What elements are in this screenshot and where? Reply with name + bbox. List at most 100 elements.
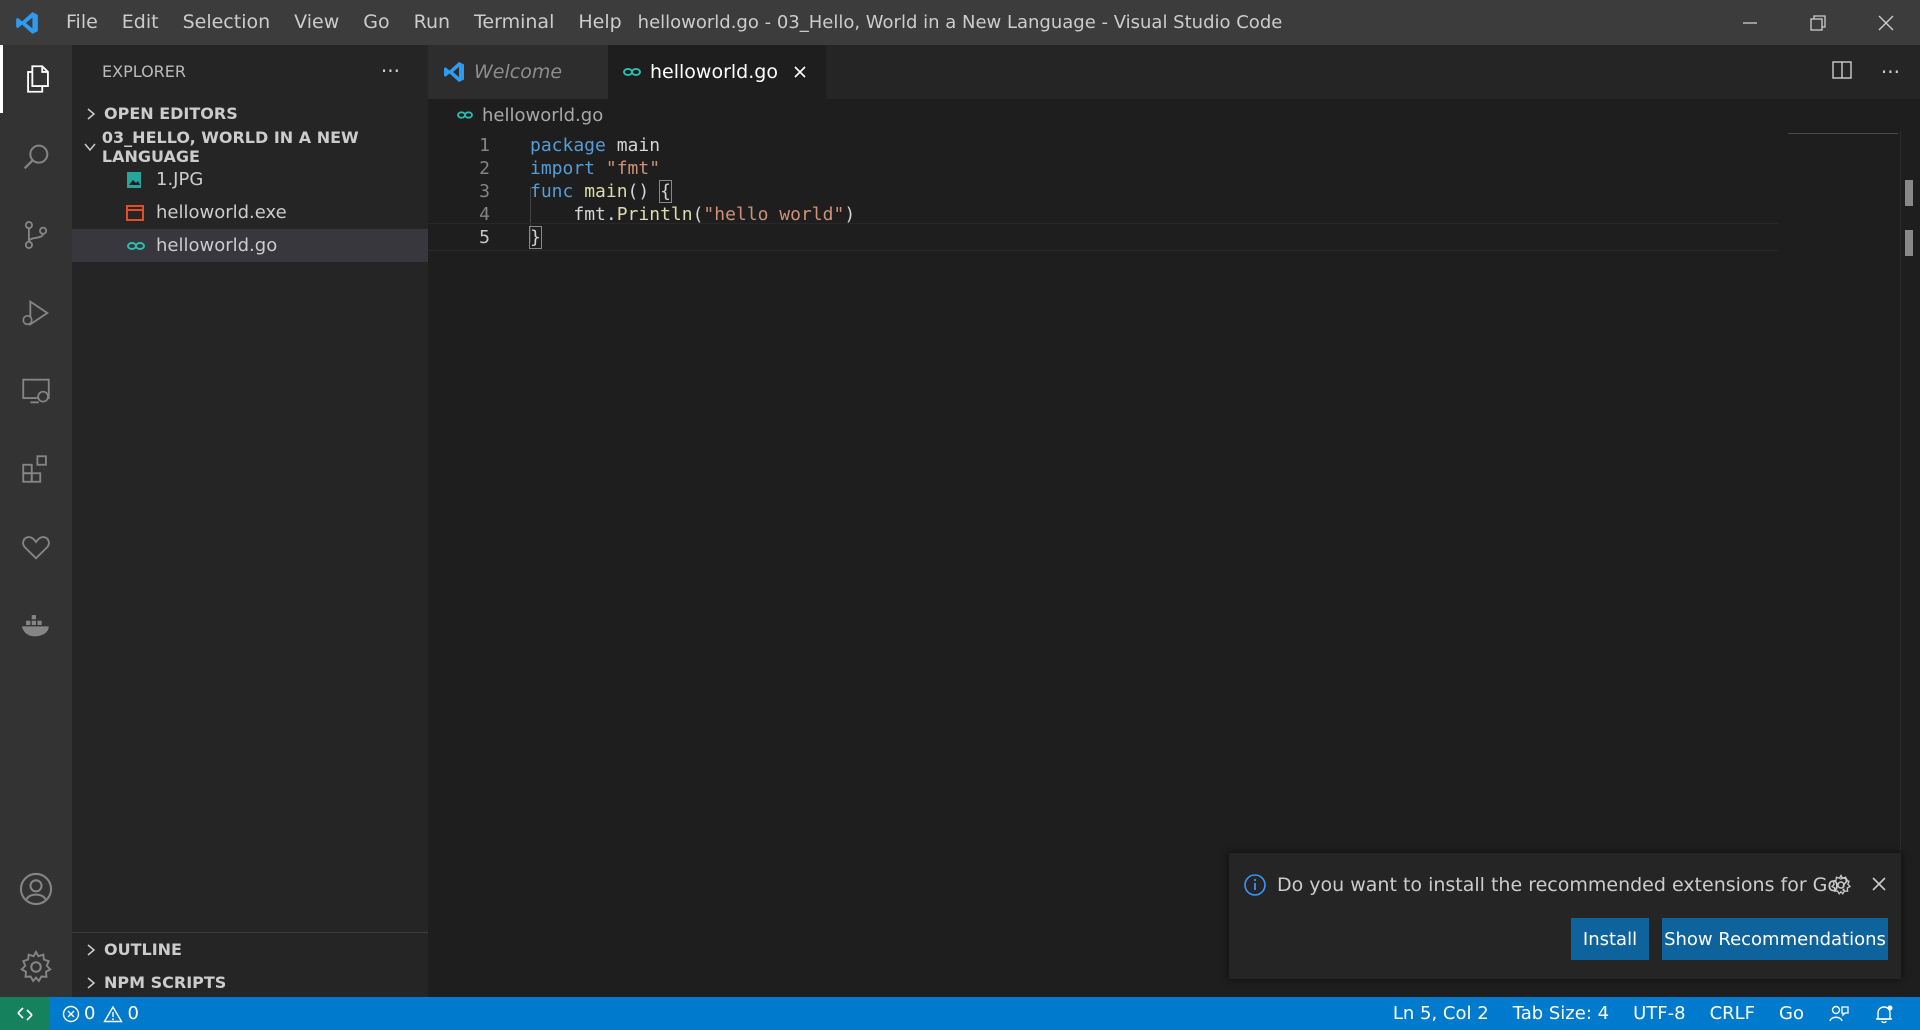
accounts-button[interactable] bbox=[0, 855, 72, 923]
error-icon bbox=[62, 1005, 80, 1022]
show-recommendations-button[interactable]: Show Recommendations bbox=[1662, 918, 1888, 960]
open-editors-section[interactable]: OPEN EDITORS bbox=[72, 97, 428, 130]
bracket-token: { bbox=[659, 179, 672, 203]
split-editor-icon[interactable] bbox=[1831, 60, 1853, 84]
outline-label: OUTLINE bbox=[104, 940, 182, 959]
workspace-folder-section[interactable]: 03_HELLO, WORLD IN A NEW LANGUAGE bbox=[72, 128, 428, 166]
editor-tabs: Welcome helloworld.go ··· bbox=[428, 45, 1920, 99]
outline-section[interactable]: OUTLINE bbox=[72, 933, 428, 966]
tab-helloworld-go[interactable]: helloworld.go bbox=[608, 45, 826, 99]
keyword-token: package bbox=[530, 134, 606, 156]
explorer-button[interactable] bbox=[0, 45, 72, 113]
menu-bar: File Edit Selection View Go Run Terminal… bbox=[54, 0, 634, 45]
notifications-button[interactable] bbox=[1862, 1004, 1906, 1024]
extensions-button[interactable] bbox=[0, 435, 72, 503]
run-debug-icon bbox=[22, 299, 49, 327]
info-icon bbox=[1243, 873, 1267, 897]
source-control-button[interactable] bbox=[0, 201, 72, 269]
file-name: helloworld.exe bbox=[156, 202, 287, 223]
explorer-sidebar: EXPLORER ··· OPEN EDITORS 03_HELLO, WORL… bbox=[72, 45, 428, 997]
minimize-icon bbox=[1743, 21, 1757, 24]
tree-item-helloworld-exe[interactable]: helloworld.exe bbox=[72, 196, 428, 229]
line-number: 1 bbox=[479, 134, 490, 156]
problems-indicator[interactable]: 0 0 bbox=[62, 997, 139, 1030]
identifier-token: main bbox=[605, 134, 661, 156]
minimap[interactable] bbox=[1788, 133, 1898, 136]
error-count: 0 bbox=[84, 1003, 96, 1024]
tree-item-1-jpg[interactable]: 1.JPG bbox=[72, 163, 428, 196]
sidebar-bottom-sections: OUTLINE NPM SCRIPTS bbox=[72, 932, 428, 999]
search-button[interactable] bbox=[0, 123, 72, 191]
line-number: 4 bbox=[479, 203, 490, 225]
favorites-button[interactable] bbox=[0, 513, 72, 581]
end-of-line[interactable]: CRLF bbox=[1698, 1003, 1767, 1024]
npm-scripts-section[interactable]: NPM SCRIPTS bbox=[72, 966, 428, 999]
encoding[interactable]: UTF-8 bbox=[1621, 1003, 1697, 1024]
code-editor[interactable]: 1 package main 2 import "fmt" 3 func mai… bbox=[428, 131, 1900, 851]
menu-file[interactable]: File bbox=[54, 0, 110, 45]
tree-item-helloworld-go[interactable]: helloworld.go bbox=[72, 229, 428, 262]
string-token: "hello world" bbox=[703, 203, 845, 225]
install-button[interactable]: Install bbox=[1571, 918, 1649, 960]
chevron-right-icon bbox=[80, 107, 102, 121]
warning-icon bbox=[103, 1005, 124, 1022]
explorer-more-button[interactable]: ··· bbox=[381, 59, 400, 83]
line-number: 3 bbox=[479, 180, 490, 202]
minimize-button[interactable] bbox=[1716, 0, 1784, 45]
run-debug-button[interactable] bbox=[0, 279, 72, 347]
open-editors-label: OPEN EDITORS bbox=[104, 104, 238, 123]
notification-text: Do you want to install the recommended e… bbox=[1277, 874, 1850, 896]
more-actions-button[interactable]: ··· bbox=[1881, 60, 1900, 84]
notification-close-button[interactable] bbox=[1869, 874, 1889, 898]
package-token: fmt. bbox=[573, 203, 617, 225]
title-bar: File Edit Selection View Go Run Terminal… bbox=[0, 0, 1920, 45]
chevron-down-icon bbox=[80, 140, 100, 154]
extension-notification: Do you want to install the recommended e… bbox=[1229, 853, 1901, 979]
remote-indicator[interactable] bbox=[0, 997, 50, 1030]
activity-bar bbox=[0, 45, 72, 997]
docker-button[interactable] bbox=[0, 591, 72, 659]
menu-run[interactable]: Run bbox=[402, 0, 462, 45]
close-icon bbox=[1878, 15, 1894, 30]
menu-selection[interactable]: Selection bbox=[171, 0, 283, 45]
breadcrumb-file[interactable]: helloworld.go bbox=[482, 105, 603, 126]
tab-welcome[interactable]: Welcome bbox=[428, 45, 608, 99]
feedback-button[interactable] bbox=[1816, 1004, 1862, 1024]
close-tab-icon[interactable] bbox=[792, 64, 808, 80]
menu-edit[interactable]: Edit bbox=[110, 0, 171, 45]
menu-terminal[interactable]: Terminal bbox=[462, 0, 566, 45]
explorer-title: EXPLORER bbox=[102, 61, 186, 81]
gear-icon bbox=[1830, 874, 1852, 895]
vscode-logo-icon bbox=[0, 0, 54, 45]
file-name: 1.JPG bbox=[156, 169, 204, 190]
tab-size[interactable]: Tab Size: 4 bbox=[1501, 1003, 1621, 1024]
file-name: helloworld.go bbox=[156, 235, 278, 256]
breadcrumb: helloworld.go bbox=[428, 99, 1828, 131]
paren-token: () bbox=[627, 180, 661, 202]
menu-view[interactable]: View bbox=[282, 0, 351, 45]
account-icon bbox=[19, 872, 53, 906]
notification-message: Do you want to install the recommended e… bbox=[1243, 873, 1849, 897]
image-file-icon bbox=[126, 171, 156, 189]
restore-button[interactable] bbox=[1784, 0, 1852, 45]
heart-icon bbox=[22, 536, 50, 560]
restore-icon bbox=[1810, 14, 1826, 31]
close-window-button[interactable] bbox=[1852, 0, 1920, 45]
bell-icon bbox=[1876, 1005, 1893, 1023]
window-controls bbox=[1716, 0, 1920, 45]
manage-button[interactable] bbox=[0, 933, 72, 1001]
remote-explorer-button[interactable] bbox=[0, 357, 72, 425]
function-token: main bbox=[573, 180, 628, 202]
menu-help[interactable]: Help bbox=[566, 0, 633, 45]
status-bar: 0 0 Ln 5, Col 2 Tab Size: 4 UTF-8 CRLF G… bbox=[0, 997, 1920, 1030]
notification-settings-button[interactable] bbox=[1829, 873, 1853, 901]
language-mode[interactable]: Go bbox=[1767, 1003, 1816, 1024]
exe-file-icon bbox=[126, 204, 156, 221]
go-file-icon bbox=[126, 240, 156, 252]
explorer-header: EXPLORER ··· bbox=[72, 45, 428, 97]
chevron-right-icon bbox=[80, 943, 102, 957]
menu-go[interactable]: Go bbox=[351, 0, 401, 45]
remote-explorer-icon bbox=[22, 378, 50, 404]
cursor-position[interactable]: Ln 5, Col 2 bbox=[1381, 1003, 1501, 1024]
string-token: "fmt" bbox=[595, 157, 661, 179]
